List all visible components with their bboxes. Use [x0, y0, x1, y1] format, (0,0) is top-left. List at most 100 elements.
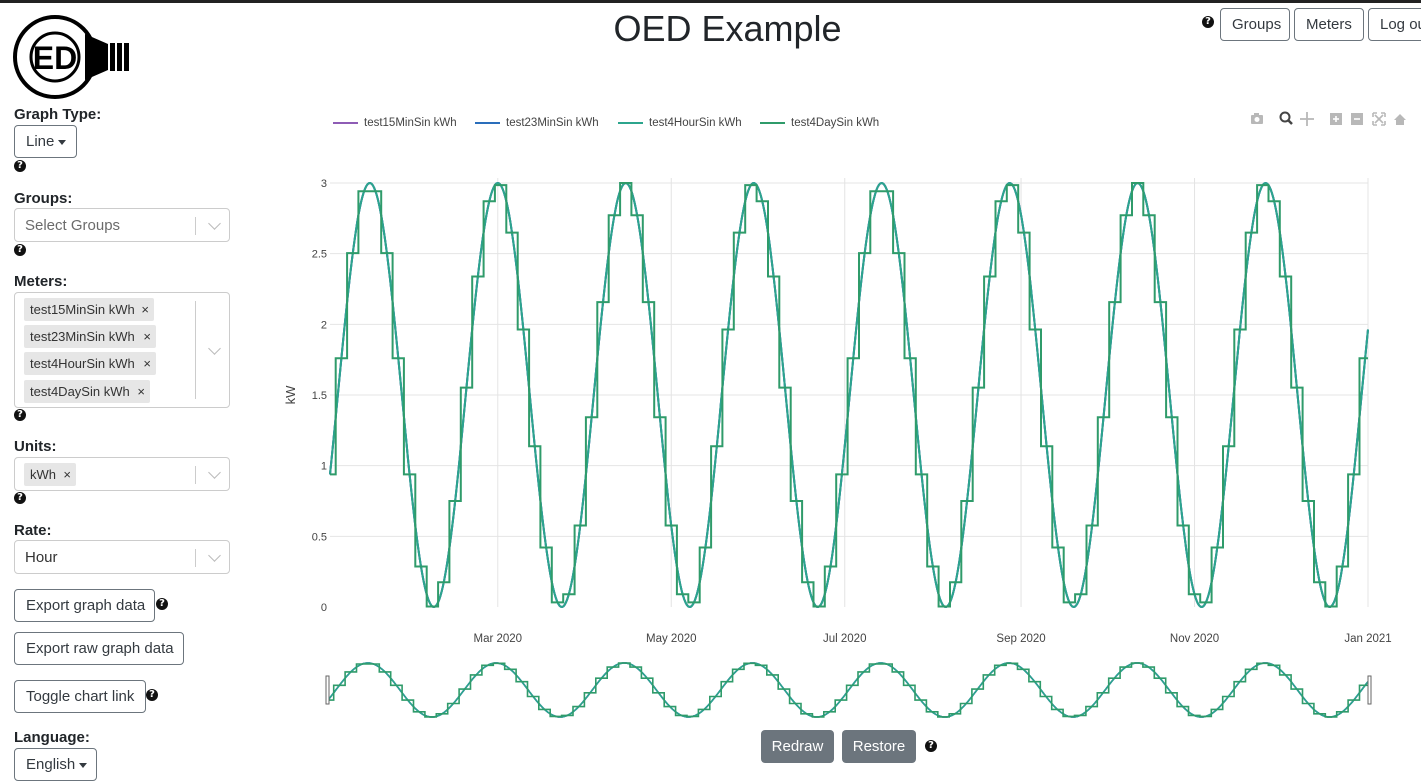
language-value: English	[26, 756, 76, 773]
legend-label: test4HourSin kWh	[649, 117, 742, 129]
language-label: Language:	[14, 729, 90, 746]
pan-icon[interactable]	[1300, 112, 1314, 126]
y-tick-label: 1.5	[312, 390, 327, 402]
range-handle-left[interactable]	[325, 675, 330, 705]
remove-icon[interactable]: ×	[143, 352, 151, 375]
chip-label: kWh	[30, 467, 56, 482]
y-tick-label: 0.5	[312, 531, 327, 543]
legend-item[interactable]: test15MinSin kWh	[333, 117, 457, 129]
reset-axes-icon[interactable]	[1394, 114, 1406, 125]
restore-button[interactable]: Restore	[842, 730, 916, 763]
legend-swatch	[475, 121, 500, 124]
help-icon[interactable]: ?	[1202, 16, 1214, 28]
y-tick-label: 3	[321, 178, 327, 190]
help-icon[interactable]: ?	[14, 492, 26, 504]
legend-item[interactable]: test4HourSin kWh	[618, 117, 742, 129]
zoom-in-icon[interactable]	[1330, 113, 1342, 125]
legend-swatch	[333, 121, 358, 124]
top-border	[0, 0, 1421, 3]
chip-label: test15MinSin kWh	[30, 302, 135, 317]
units-select[interactable]: kWh ×	[14, 457, 230, 491]
page-title: OED Example	[613, 8, 842, 49]
groups-select[interactable]: Select Groups	[14, 208, 230, 242]
remove-icon[interactable]: ×	[141, 298, 149, 321]
remove-icon[interactable]: ×	[63, 463, 71, 486]
graph-type-label: Graph Type:	[14, 106, 102, 123]
chevron-down-icon[interactable]	[208, 549, 221, 562]
legend-label: test4DaySin kWh	[791, 117, 880, 129]
meter-chip: test4HourSin kWh ×	[24, 352, 156, 375]
chevron-down-icon[interactable]	[208, 342, 221, 355]
units-label: Units:	[14, 438, 57, 455]
y-tick-label: 1	[321, 461, 327, 473]
range-handle-right[interactable]	[1367, 675, 1372, 705]
remove-icon[interactable]: ×	[137, 380, 145, 403]
legend-item[interactable]: test4DaySin kWh	[760, 117, 879, 129]
legend-swatch	[618, 121, 643, 124]
legend-swatch	[760, 121, 785, 124]
zoom-icon[interactable]	[1279, 111, 1293, 125]
meters-label: Meters:	[14, 273, 68, 290]
x-tick-label: Nov 2020	[1170, 633, 1219, 645]
remove-icon[interactable]: ×	[143, 325, 151, 348]
export-graph-data-button[interactable]: Export graph data	[14, 589, 155, 622]
y-axis-label: kW	[283, 385, 298, 405]
groups-placeholder: Select Groups	[25, 217, 121, 234]
help-icon[interactable]: ?	[146, 689, 158, 701]
graph-type-value: Line	[26, 133, 55, 150]
chip-label: test23MinSin kWh	[30, 329, 135, 344]
y-tick-label: 2.5	[312, 249, 327, 261]
help-icon[interactable]: ?	[14, 244, 26, 256]
export-raw-graph-data-button[interactable]: Export raw graph data	[14, 632, 184, 665]
select-separator	[195, 466, 196, 484]
chip-label: test4DaySin kWh	[30, 384, 130, 399]
groups-label: Groups:	[14, 190, 73, 207]
y-tick-label: 0	[321, 602, 327, 614]
select-separator	[195, 549, 196, 567]
rate-select[interactable]: Hour	[14, 540, 230, 574]
autoscale-icon[interactable]	[1372, 112, 1386, 126]
meter-chip: test23MinSin kWh ×	[24, 325, 156, 348]
y-tick-label: 2	[321, 319, 327, 331]
meter-chip: test15MinSin kWh ×	[24, 298, 154, 321]
help-icon[interactable]: ?	[156, 598, 168, 610]
redraw-button[interactable]: Redraw	[761, 730, 834, 763]
x-tick-label: Jan 2021	[1344, 633, 1391, 645]
x-tick-label: May 2020	[646, 633, 697, 645]
legend-item[interactable]: test23MinSin kWh	[475, 117, 599, 129]
range-slider[interactable]	[320, 655, 1380, 725]
main-chart[interactable]: 0 0.5 1 1.5 2 2.5 3 Mar 2020 May 2020 Jul 2020 Se…	[280, 160, 1410, 650]
x-tick-label: Sep 2020	[996, 633, 1045, 645]
toggle-chart-link-button[interactable]: Toggle chart link	[14, 680, 146, 713]
x-tick-label: Mar 2020	[473, 633, 522, 645]
logo-text: ED	[33, 40, 77, 76]
language-dropdown[interactable]: English	[14, 748, 97, 781]
x-axis-ticks: Mar 2020 May 2020 Jul 2020 Sep 2020 Nov 2020…	[473, 633, 1391, 645]
unit-chip: kWh ×	[24, 463, 76, 486]
graph-type-dropdown[interactable]: Line	[14, 125, 77, 158]
meters-select[interactable]: test15MinSin kWh × test23MinSin kWh × test…	[14, 292, 230, 408]
groups-nav-button[interactable]: Groups	[1220, 8, 1290, 41]
help-icon[interactable]: ?	[14, 160, 26, 172]
chevron-down-icon[interactable]	[208, 466, 221, 479]
zoom-out-icon[interactable]	[1351, 113, 1363, 125]
rate-label: Rate:	[14, 522, 52, 539]
range-series-lines	[327, 662, 1369, 718]
caret-down-icon	[79, 762, 88, 768]
meter-chip: test4DaySin kWh ×	[24, 380, 150, 403]
camera-icon[interactable]	[1251, 113, 1263, 124]
oed-logo: ED	[13, 15, 129, 99]
chip-label: test4HourSin kWh	[30, 356, 135, 371]
select-separator	[195, 217, 196, 235]
help-icon[interactable]: ?	[14, 409, 26, 421]
rate-value: Hour	[25, 549, 58, 566]
logout-nav-button[interactable]: Log out	[1368, 8, 1421, 41]
x-tick-label: Jul 2020	[823, 633, 866, 645]
select-separator	[195, 301, 196, 399]
legend-label: test23MinSin kWh	[506, 117, 599, 129]
meters-nav-button[interactable]: Meters	[1294, 8, 1364, 41]
chevron-down-icon[interactable]	[208, 217, 221, 230]
help-icon[interactable]: ?	[925, 740, 937, 752]
y-axis-ticks: 0 0.5 1 1.5 2 2.5 3	[312, 178, 327, 614]
legend-label: test15MinSin kWh	[364, 117, 457, 129]
